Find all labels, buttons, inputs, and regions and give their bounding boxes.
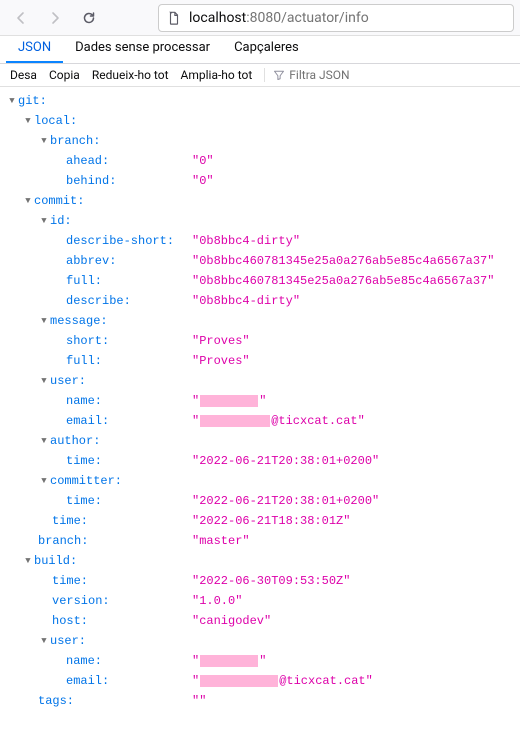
json-key[interactable]: time: [66, 491, 102, 511]
json-value: "master" [192, 534, 250, 548]
json-key[interactable]: git: [18, 91, 47, 111]
json-key[interactable]: build: [34, 551, 77, 571]
json-value: "" [192, 394, 266, 408]
twisty-icon[interactable]: ▼ [38, 211, 50, 231]
json-value: "Proves" [192, 334, 250, 348]
collapse-all-button[interactable]: Redueix-ho tot [92, 68, 169, 82]
tab-raw[interactable]: Dades sense processar [63, 34, 222, 63]
json-key[interactable]: version: [52, 591, 110, 611]
json-value: "Proves" [192, 354, 250, 368]
copy-button[interactable]: Copia [49, 68, 80, 82]
forward-button[interactable] [40, 4, 70, 32]
json-key[interactable]: branch: [50, 131, 100, 151]
json-tree: ▼git: ▼local: ▼branch: ahead:"0" behind:… [0, 87, 520, 731]
json-value: "0b8bbc4-dirty" [192, 294, 300, 308]
json-value: "@ticxcat.cat" [192, 674, 373, 688]
json-key[interactable]: committer: [50, 471, 122, 491]
json-value: "" [192, 694, 206, 708]
json-key[interactable]: name: [66, 651, 102, 671]
tab-headers[interactable]: Capçaleres [222, 34, 311, 63]
json-value: "0b8bbc460781345e25a0a276ab5e85c4a6567a3… [192, 274, 494, 288]
json-key[interactable]: ahead: [66, 151, 109, 171]
json-key[interactable]: behind: [66, 171, 116, 191]
twisty-icon[interactable]: ▼ [38, 631, 50, 651]
reload-button[interactable] [74, 4, 104, 32]
twisty-icon[interactable]: ▼ [38, 471, 50, 491]
json-key[interactable]: commit: [34, 191, 84, 211]
redacted-text [200, 675, 278, 687]
json-key[interactable]: short: [66, 331, 109, 351]
json-value: "0b8bbc460781345e25a0a276ab5e85c4a6567a3… [192, 254, 494, 268]
json-value: "1.0.0" [192, 594, 242, 608]
json-value: "2022-06-30T09:53:50Z" [192, 574, 350, 588]
json-key[interactable]: full: [66, 271, 102, 291]
json-key[interactable]: time: [52, 571, 88, 591]
json-key[interactable]: time: [52, 511, 88, 531]
viewer-tabs: JSON Dades sense processar Capçaleres [0, 36, 520, 64]
url-text: localhost:8080/actuator/info [189, 10, 369, 26]
json-value: "canigodev" [192, 614, 271, 628]
json-key[interactable]: email: [66, 411, 109, 431]
filter-field[interactable]: Filtra JSON [264, 68, 349, 82]
twisty-icon[interactable]: ▼ [22, 111, 34, 131]
json-key[interactable]: author: [50, 431, 100, 451]
json-key[interactable]: time: [66, 451, 102, 471]
redacted-text [200, 415, 270, 427]
json-key[interactable]: describe: [66, 291, 131, 311]
json-value: "2022-06-21T20:38:01+0200" [192, 494, 379, 508]
back-button[interactable] [6, 4, 36, 32]
json-key[interactable]: name: [66, 391, 102, 411]
json-key[interactable]: local: [34, 111, 77, 131]
funnel-icon [273, 69, 285, 81]
json-key[interactable]: user: [50, 631, 86, 651]
twisty-icon[interactable]: ▼ [38, 431, 50, 451]
page-icon [167, 11, 181, 25]
save-button[interactable]: Desa [10, 68, 37, 82]
redacted-text [200, 655, 258, 667]
url-bar[interactable]: localhost:8080/actuator/info [158, 4, 514, 32]
twisty-icon[interactable]: ▼ [38, 371, 50, 391]
json-key[interactable]: full: [66, 351, 102, 371]
viewer-subbar: Desa Copia Redueix-ho tot Amplia-ho tot … [0, 64, 520, 87]
json-key[interactable]: abbrev: [66, 251, 116, 271]
json-value: "" [192, 654, 266, 668]
tab-json[interactable]: JSON [6, 34, 63, 63]
twisty-icon[interactable]: ▼ [22, 191, 34, 211]
filter-placeholder: Filtra JSON [289, 68, 349, 82]
twisty-icon[interactable]: ▼ [22, 551, 34, 571]
json-key[interactable]: describe-short: [66, 231, 174, 251]
twisty-icon[interactable]: ▼ [6, 91, 18, 111]
json-value: "0" [192, 154, 214, 168]
json-value: "2022-06-21T18:38:01Z" [192, 514, 350, 528]
json-key[interactable]: message: [50, 311, 108, 331]
json-key[interactable]: host: [52, 611, 88, 631]
redacted-text [200, 395, 258, 407]
twisty-icon[interactable]: ▼ [38, 131, 50, 151]
browser-toolbar: localhost:8080/actuator/info [0, 0, 520, 36]
json-key[interactable]: id: [50, 211, 72, 231]
json-value: "0b8bbc4-dirty" [192, 234, 300, 248]
json-key[interactable]: email: [66, 671, 109, 691]
expand-all-button[interactable]: Amplia-ho tot [181, 68, 253, 82]
twisty-icon[interactable]: ▼ [38, 311, 50, 331]
json-key[interactable]: tags: [38, 691, 74, 711]
json-value: "@ticxcat.cat" [192, 414, 365, 428]
json-value: "2022-06-21T20:38:01+0200" [192, 454, 379, 468]
json-key[interactable]: branch: [38, 531, 88, 551]
json-key[interactable]: user: [50, 371, 86, 391]
json-value: "0" [192, 174, 214, 188]
